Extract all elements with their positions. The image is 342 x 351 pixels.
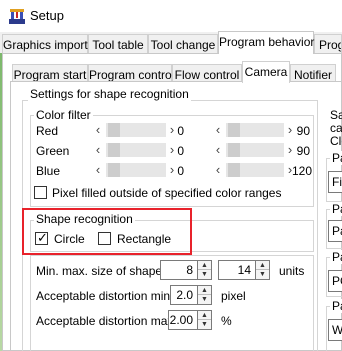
subtab-camera[interactable]: Camera	[242, 61, 290, 83]
distortion-max-input[interactable]: 2.00	[168, 310, 198, 330]
right-group-1-title: Pa	[330, 151, 342, 165]
size-max-spinner[interactable]: ▲ ▼	[256, 260, 270, 280]
distortion-min-input[interactable]: 2.0	[170, 285, 198, 305]
highlight-box	[22, 208, 192, 255]
settings-group-title: Settings for shape recognition	[28, 87, 191, 101]
distortion-max-unit: %	[221, 314, 232, 328]
tab-tool-change[interactable]: Tool change	[148, 34, 218, 54]
blue-max-slider-thumb[interactable]	[228, 163, 240, 177]
blue-max-left-arrow-icon[interactable]: ‹	[212, 162, 224, 178]
tab-prog[interactable]: Prog	[314, 34, 342, 54]
color-filter-title: Color filter	[34, 108, 93, 122]
spin-down-icon[interactable]: ▼	[198, 320, 211, 329]
background-strip	[0, 53, 2, 351]
green-max-value: 90	[296, 144, 310, 158]
green-label: Green	[36, 144, 70, 158]
spin-up-icon[interactable]: ▲	[256, 261, 269, 270]
window-title: Setup	[30, 8, 64, 23]
distortion-min-unit: pixel	[221, 289, 246, 303]
blue-max-value: 120	[291, 164, 312, 178]
right-text-line: Clo	[330, 134, 342, 148]
distortion-max-label: Acceptable distortion max.	[36, 314, 177, 328]
spin-down-icon[interactable]: ▼	[256, 270, 269, 279]
size-max-input[interactable]: 14	[218, 260, 256, 280]
right-field-1[interactable]: Fic	[328, 171, 342, 193]
right-group-3-title: Pa	[330, 250, 342, 264]
green-min-slider-thumb[interactable]	[108, 143, 120, 157]
red-min-slider-thumb[interactable]	[108, 123, 120, 137]
red-label: Red	[36, 124, 59, 138]
app-icon	[8, 7, 26, 25]
blue-label: Blue	[36, 164, 61, 178]
tab-program-behavior[interactable]: Program behavior	[218, 31, 314, 54]
spin-up-icon[interactable]: ▲	[198, 311, 211, 320]
right-text-line: car	[330, 121, 342, 135]
red-max-value: 90	[296, 124, 310, 138]
size-min-input[interactable]: 8	[160, 260, 198, 280]
blue-min-left-arrow-icon[interactable]: ‹	[92, 162, 104, 178]
right-group-4-title: Pa	[330, 299, 342, 313]
spin-up-icon[interactable]: ▲	[198, 261, 211, 270]
right-text-line: Sa	[330, 108, 342, 122]
blue-min-value: 0	[177, 164, 184, 178]
distortion-max-spinner[interactable]: ▲ ▼	[198, 310, 212, 330]
spin-down-icon[interactable]: ▼	[198, 270, 211, 279]
right-field-2[interactable]: Pa	[328, 220, 342, 242]
green-max-left-arrow-icon[interactable]: ‹	[212, 142, 224, 158]
size-min-spinner[interactable]: ▲ ▼	[198, 260, 212, 280]
red-min-left-arrow-icon[interactable]: ‹	[92, 122, 104, 138]
spin-down-icon[interactable]: ▼	[198, 295, 211, 304]
tab-tool-table[interactable]: Tool table	[88, 34, 148, 54]
pixel-filled-checkbox[interactable]	[34, 186, 47, 199]
right-field-4[interactable]: W	[328, 319, 342, 341]
red-max-left-arrow-icon[interactable]: ‹	[212, 122, 224, 138]
size-unit-label: units	[279, 264, 305, 278]
shape-size-label: Min. max. size of shape	[36, 264, 163, 278]
green-max-slider-thumb[interactable]	[228, 143, 240, 157]
right-group-2-title: Pa	[330, 202, 342, 216]
red-min-value: 0	[177, 124, 184, 138]
distortion-min-label: Acceptable distortion min.	[36, 289, 174, 303]
pixel-filled-label: Pixel filled outside of specified color …	[52, 186, 282, 200]
distortion-min-spinner[interactable]: ▲ ▼	[198, 285, 212, 305]
spin-up-icon[interactable]: ▲	[198, 286, 211, 295]
blue-min-slider-thumb[interactable]	[108, 163, 120, 177]
tab-graphics-import[interactable]: Graphics import	[2, 34, 88, 54]
right-field-3[interactable]: PC	[328, 270, 342, 292]
green-min-value: 0	[177, 144, 184, 158]
green-min-left-arrow-icon[interactable]: ‹	[92, 142, 104, 158]
red-max-slider-thumb[interactable]	[228, 123, 240, 137]
